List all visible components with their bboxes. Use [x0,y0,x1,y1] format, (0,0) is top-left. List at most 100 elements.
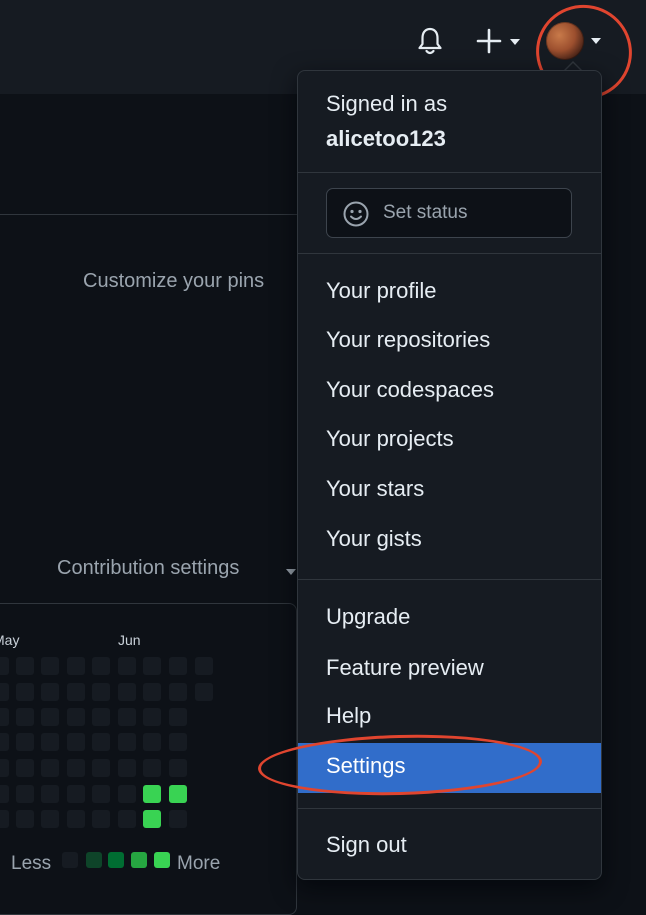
legend-cell [131,852,147,868]
username: alicetoo123 [326,126,446,151]
contribution-cell[interactable] [195,657,213,675]
contribution-cell[interactable] [143,683,161,701]
user-menu-button[interactable] [546,22,608,62]
contribution-cell[interactable] [67,810,85,828]
contribution-cell[interactable] [143,759,161,777]
legend-cell [86,852,102,868]
contribution-cell[interactable] [143,810,161,828]
contribution-cell[interactable] [16,657,34,675]
section-divider [0,214,300,215]
contribution-cell[interactable] [169,683,187,701]
bell-icon [418,27,442,55]
contribution-cell[interactable] [67,657,85,675]
set-status-button[interactable]: Set status [326,188,572,238]
contribution-cell[interactable] [16,683,34,701]
legend-less-label: Less [11,853,52,874]
plus-icon [476,28,502,54]
contribution-cell[interactable] [0,683,9,701]
contribution-cell[interactable] [41,733,59,751]
contribution-cell[interactable] [67,759,85,777]
menu-divider [298,808,601,809]
notifications-button[interactable] [414,25,446,57]
contribution-cell[interactable] [41,683,59,701]
contribution-cell[interactable] [143,785,161,803]
contribution-cell[interactable] [0,657,9,675]
contribution-cell[interactable] [143,708,161,726]
menu-item-help[interactable]: Help [298,693,601,741]
contribution-cell[interactable] [143,657,161,675]
contribution-cell[interactable] [118,759,136,777]
create-new-button[interactable] [476,24,526,58]
contribution-cell[interactable] [41,759,59,777]
menu-item-upgrade[interactable]: Upgrade [298,594,601,642]
contribution-cell[interactable] [169,733,187,751]
month-label: May [0,632,20,648]
smiley-icon [343,201,369,227]
contribution-cell[interactable] [92,733,110,751]
contribution-cell[interactable] [67,785,85,803]
contribution-cell[interactable] [169,708,187,726]
avatar [546,22,584,60]
contribution-cell[interactable] [41,657,59,675]
customize-pins-link[interactable]: Customize your pins [83,270,264,293]
contribution-cell[interactable] [169,657,187,675]
legend-cell [154,852,170,868]
contribution-cell[interactable] [169,759,187,777]
contribution-cell[interactable] [16,708,34,726]
contribution-cell[interactable] [118,708,136,726]
chevron-down-icon [286,569,296,575]
menu-item-your-projects[interactable]: Your projects [298,416,601,464]
contribution-cell[interactable] [16,759,34,777]
legend-more-label: More [177,853,221,874]
contribution-cell[interactable] [0,708,9,726]
contribution-cell[interactable] [118,733,136,751]
contribution-cell[interactable] [0,785,9,803]
contribution-cell[interactable] [118,683,136,701]
contribution-cell[interactable] [0,759,9,777]
contribution-cell[interactable] [118,657,136,675]
menu-item-settings[interactable]: Settings [298,743,601,793]
contribution-cell[interactable] [41,810,59,828]
contribution-cell[interactable] [92,810,110,828]
contribution-cell[interactable] [41,708,59,726]
contribution-cell[interactable] [118,785,136,803]
contribution-cell[interactable] [92,657,110,675]
chevron-down-icon [510,39,520,45]
contribution-cell[interactable] [67,733,85,751]
contribution-cell[interactable] [118,810,136,828]
contribution-cell[interactable] [169,810,187,828]
menu-divider [298,253,601,254]
month-label: Jun [118,632,141,648]
contribution-cell[interactable] [143,733,161,751]
menu-item-your-profile[interactable]: Your profile [298,268,601,316]
contribution-cell[interactable] [67,683,85,701]
contribution-cell[interactable] [16,785,34,803]
contribution-cell[interactable] [0,810,9,828]
contribution-cell[interactable] [16,810,34,828]
user-dropdown-menu: Signed in as alicetoo123 Set status Your… [297,70,602,880]
menu-item-your-repositories[interactable]: Your repositories [298,317,601,365]
contribution-cell[interactable] [169,785,187,803]
contribution-cell[interactable] [67,708,85,726]
menu-divider [298,172,601,173]
contribution-cell[interactable] [92,708,110,726]
menu-item-your-gists[interactable]: Your gists [298,516,601,564]
contribution-cell[interactable] [195,683,213,701]
menu-item-sign-out[interactable]: Sign out [298,822,601,870]
contribution-cell[interactable] [92,759,110,777]
menu-item-feature-preview[interactable]: Feature preview [298,645,601,693]
menu-item-your-codespaces[interactable]: Your codespaces [298,367,601,415]
contribution-cell[interactable] [92,683,110,701]
contribution-cell[interactable] [16,733,34,751]
menu-item-your-stars[interactable]: Your stars [298,466,601,514]
signed-in-label: Signed in as [326,91,448,116]
contribution-cell[interactable] [0,733,9,751]
menu-divider [298,579,601,580]
legend-cell [62,852,78,868]
contribution-cell[interactable] [92,785,110,803]
set-status-label: Set status [383,202,468,223]
contribution-settings-button[interactable]: Contribution settings [57,557,239,580]
legend-cell [108,852,124,868]
chevron-down-icon [591,38,601,44]
contribution-cell[interactable] [41,785,59,803]
